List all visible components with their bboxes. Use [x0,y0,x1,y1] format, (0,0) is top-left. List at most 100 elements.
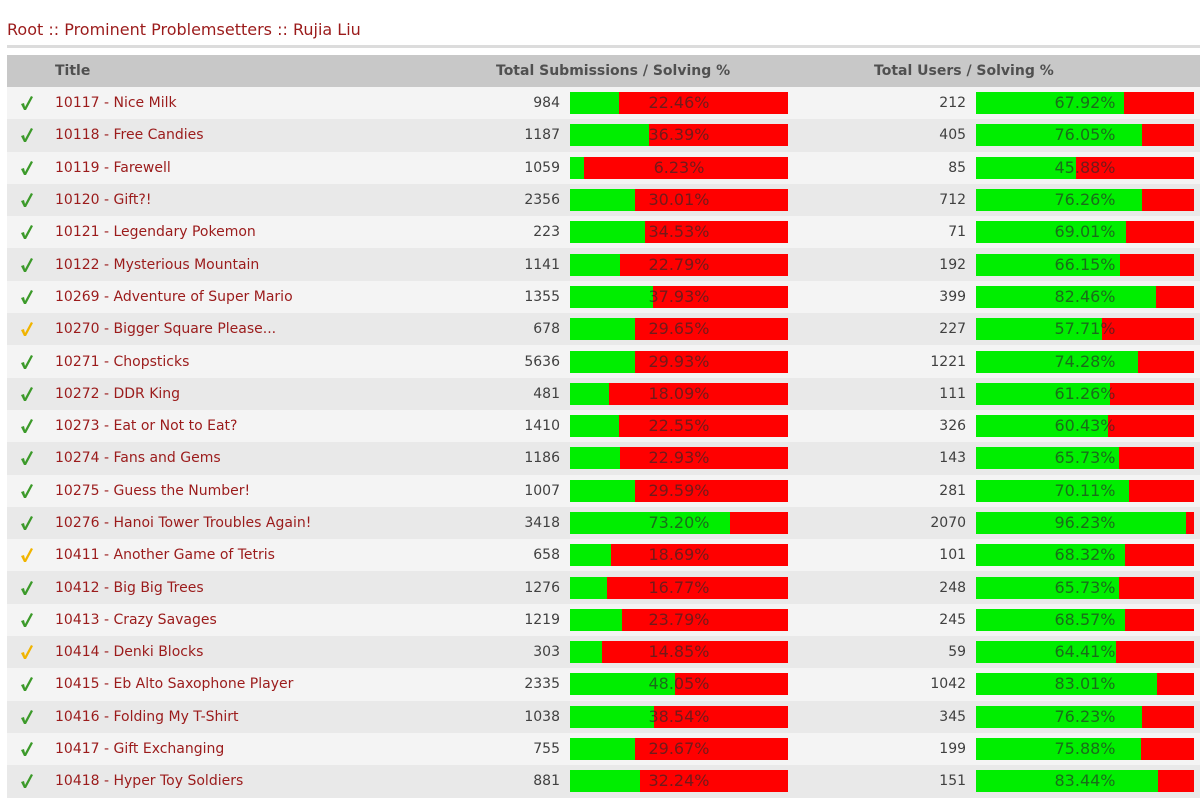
users-solving-percent: 76.05% [1054,125,1116,145]
solved-checkmark-icon [21,128,33,143]
users-solving-bar: 64.41% [976,641,1195,664]
users-solving-percent: 74.28% [1054,351,1116,371]
total-users: 1221 [799,345,977,378]
total-submissions: 1355 [480,280,570,314]
submissions-solving-percent: 23.79% [648,609,710,629]
problem-title-link[interactable]: 10412 - Big Big Trees [47,580,204,596]
total-submissions: 2356 [480,183,570,217]
breadcrumb-prominent-problemsetters[interactable]: Prominent Problemsetters [64,20,272,39]
submissions-solving-bar: 29.67% [570,738,788,761]
users-solving-bar: 69.01% [976,221,1195,244]
users-solving-bar: 83.01% [976,673,1195,696]
total-users: 59 [799,636,977,669]
total-submissions: 1219 [480,603,570,637]
submissions-column-header[interactable]: Total Submissions / Solving % [480,55,800,87]
users-solving-percent: 65.73% [1054,448,1116,468]
table-row: 10270 - Bigger Square Please... 678 29.6… [7,313,1200,346]
users-solving-bar: 66.15% [976,253,1195,276]
problem-title-link[interactable]: 10270 - Bigger Square Please... [47,321,276,337]
problem-title-link[interactable]: 10414 - Denki Blocks [47,644,203,660]
problem-title-link[interactable]: 10275 - Guess the Number! [47,483,250,499]
breadcrumb-rujia-liu[interactable]: Rujia Liu [293,20,361,39]
users-solving-bar: 76.26% [976,189,1195,212]
submissions-solving-bar: 48.05% [570,673,788,696]
problem-title-link[interactable]: 10271 - Chopsticks [47,354,189,370]
submissions-solving-percent: 34.53% [648,222,710,242]
submissions-solving-bar: 18.09% [570,382,788,405]
submissions-solving-percent: 37.93% [648,286,710,306]
solved-checkmark-icon [21,709,33,724]
users-solving-percent: 83.44% [1054,771,1116,791]
users-solving-bar: 83.44% [976,770,1195,793]
attempted-checkmark-icon [21,322,33,337]
problem-title-link[interactable]: 10119 - Farewell [47,160,171,176]
table-row: 10414 - Denki Blocks 303 14.85% 59 64.41… [7,636,1200,669]
submissions-solving-bar: 38.54% [570,705,788,728]
total-users: 245 [799,603,977,637]
solved-checkmark-icon [21,516,33,530]
submissions-solving-bar: 29.93% [570,350,788,373]
problem-title-link[interactable]: 10117 - Nice Milk [47,95,177,111]
submissions-solving-bar: 22.93% [570,447,788,470]
users-solving-percent: 75.88% [1054,739,1116,759]
problem-title-link[interactable]: 10269 - Adventure of Super Mario [47,289,293,305]
total-users: 1042 [799,668,977,701]
submissions-solving-percent: 48.05% [648,674,710,694]
problem-title-link[interactable]: 10120 - Gift?! [47,192,151,208]
solved-checkmark-icon [21,677,33,692]
problem-title-link[interactable]: 10118 - Free Candies [47,127,204,143]
problem-title-link[interactable]: 10416 - Folding My T-Shirt [47,709,239,725]
users-column-header[interactable]: Total Users / Solving % [799,55,1200,87]
submissions-solving-percent: 22.55% [648,416,710,436]
table-row: 10122 - Mysterious Mountain 1141 22.79% … [7,248,1200,281]
total-users: 101 [799,539,977,572]
submissions-solving-bar: 6.23% [570,156,788,179]
users-solving-bar: 45.88% [976,156,1195,179]
problem-title-link[interactable]: 10273 - Eat or Not to Eat? [47,418,237,434]
total-users: 712 [799,183,977,217]
problem-title-link[interactable]: 10413 - Crazy Savages [47,612,217,628]
users-solving-percent: 45.88% [1054,157,1116,177]
users-solving-percent: 60.43% [1054,416,1116,436]
users-solving-bar: 57.71% [976,318,1195,341]
submissions-solving-percent: 22.93% [648,448,710,468]
total-submissions: 303 [480,636,570,669]
solved-checkmark-icon [21,580,33,595]
breadcrumb-root[interactable]: Root [7,20,43,39]
submissions-solving-bar: 18.69% [570,544,788,567]
solved-checkmark-icon [21,96,33,111]
table-row: 10271 - Chopsticks 5636 29.93% 1221 74.2… [7,345,1200,378]
breadcrumb-separator: :: [43,20,65,39]
submissions-solving-percent: 6.23% [653,157,705,177]
solved-checkmark-icon [21,354,33,369]
submissions-solving-bar: 23.79% [570,608,788,631]
table-row: 10273 - Eat or Not to Eat? 1410 22.55% 3… [7,409,1200,443]
table-row: 10119 - Farewell 1059 6.23% 85 45.88% [7,151,1200,184]
submissions-solving-bar: 34.53% [570,221,788,244]
submissions-solving-percent: 29.59% [648,480,710,500]
problem-title-link[interactable]: 10276 - Hanoi Tower Troubles Again! [47,515,311,531]
total-users: 248 [799,571,977,604]
total-users: 192 [799,248,977,281]
problem-title-link[interactable]: 10415 - Eb Alto Saxophone Player [47,676,293,692]
submissions-solving-percent: 22.79% [648,254,710,274]
problem-title-link[interactable]: 10418 - Hyper Toy Soldiers [47,773,243,789]
table-row: 10416 - Folding My T-Shirt 1038 38.54% 3… [7,700,1200,733]
users-solving-bar: 96.23% [976,512,1195,534]
total-users: 405 [799,119,977,152]
problem-title-link[interactable]: 10411 - Another Game of Tetris [47,547,275,563]
problem-title-link[interactable]: 10122 - Mysterious Mountain [47,257,259,273]
users-solving-bar: 67.92% [976,92,1195,115]
title-column-header[interactable]: Title [47,55,480,87]
total-submissions: 1007 [480,474,570,507]
users-solving-percent: 68.32% [1054,545,1116,565]
users-solving-percent: 67.92% [1054,93,1116,113]
submissions-solving-percent: 29.65% [648,319,710,339]
users-solving-bar: 61.26% [976,382,1195,405]
problem-title-link[interactable]: 10272 - DDR King [47,386,180,402]
problem-title-link[interactable]: 10121 - Legendary Pokemon [47,224,256,240]
problem-title-link[interactable]: 10274 - Fans and Gems [47,450,221,466]
users-solving-bar: 65.73% [976,576,1195,599]
total-submissions: 678 [480,313,570,346]
problem-title-link[interactable]: 10417 - Gift Exchanging [47,741,224,757]
